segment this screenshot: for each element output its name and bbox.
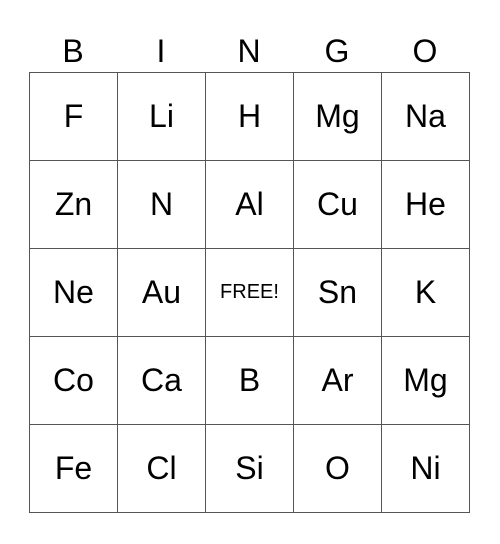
bingo-cell[interactable]: Au: [118, 249, 206, 337]
bingo-cell[interactable]: Cl: [118, 425, 206, 513]
bingo-cell[interactable]: Co: [30, 337, 118, 425]
bingo-cell[interactable]: Na: [382, 73, 470, 161]
bingo-cell[interactable]: Mg: [382, 337, 470, 425]
bingo-grid: F Li H Mg Na Zn N Al Cu He Ne Au FREE! S…: [29, 72, 470, 513]
bingo-cell[interactable]: Sn: [294, 249, 382, 337]
bingo-cell[interactable]: Si: [206, 425, 294, 513]
bingo-cell[interactable]: Mg: [294, 73, 382, 161]
bingo-cell[interactable]: Ca: [118, 337, 206, 425]
bingo-cell[interactable]: He: [382, 161, 470, 249]
header-letter: B: [62, 33, 84, 69]
bingo-header: B I N G O: [29, 30, 471, 72]
bingo-cell[interactable]: H: [206, 73, 294, 161]
bingo-cell[interactable]: Ne: [30, 249, 118, 337]
bingo-cell[interactable]: Ni: [382, 425, 470, 513]
bingo-cell[interactable]: Fe: [30, 425, 118, 513]
bingo-cell[interactable]: Ar: [294, 337, 382, 425]
bingo-cell[interactable]: O: [294, 425, 382, 513]
header-letter: I: [156, 33, 166, 69]
bingo-cell[interactable]: Cu: [294, 161, 382, 249]
bingo-cell[interactable]: N: [118, 161, 206, 249]
bingo-cell[interactable]: F: [30, 73, 118, 161]
bingo-cell[interactable]: Zn: [30, 161, 118, 249]
bingo-cell[interactable]: Al: [206, 161, 294, 249]
header-letter: N: [237, 33, 261, 69]
header-letter: G: [324, 33, 350, 69]
bingo-cell[interactable]: K: [382, 249, 470, 337]
bingo-cell[interactable]: Li: [118, 73, 206, 161]
free-space-cell[interactable]: FREE!: [206, 249, 294, 337]
header-letter: O: [412, 33, 438, 69]
bingo-cell[interactable]: B: [206, 337, 294, 425]
